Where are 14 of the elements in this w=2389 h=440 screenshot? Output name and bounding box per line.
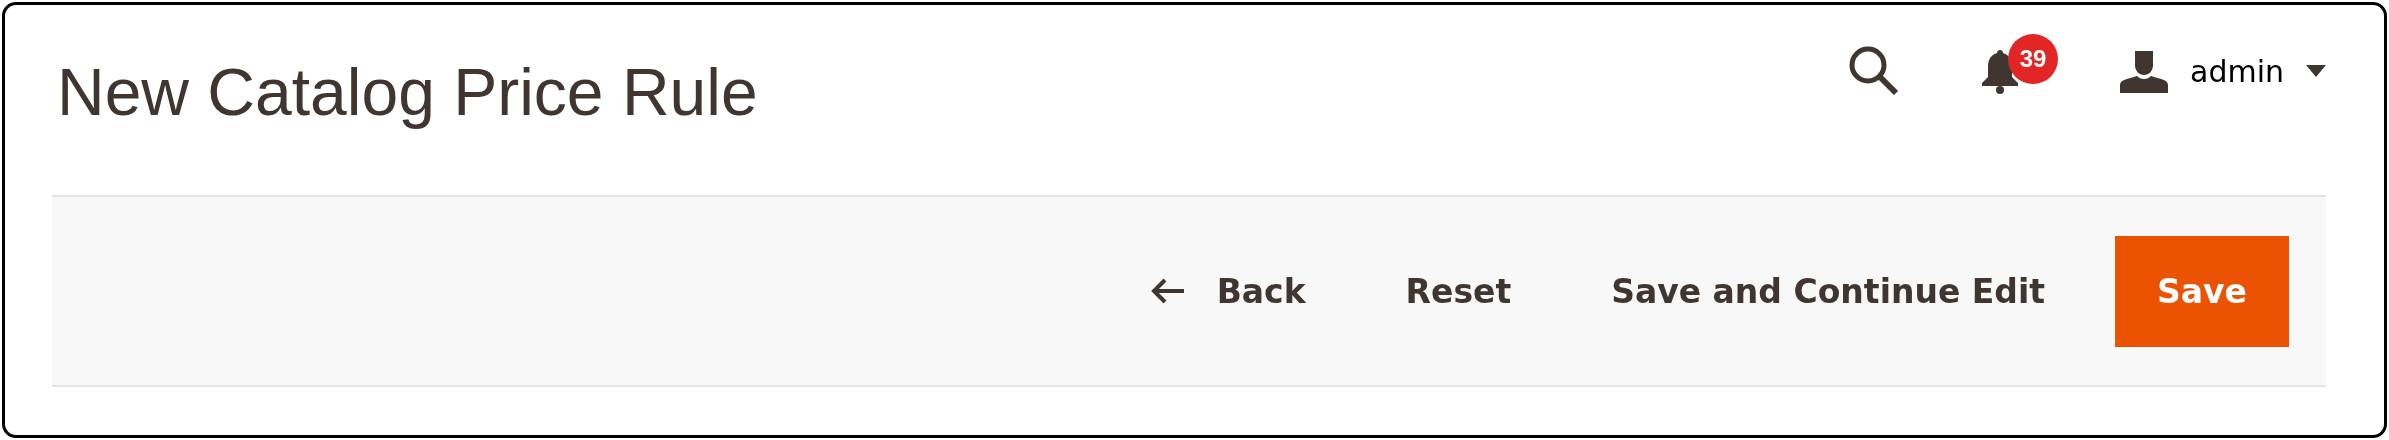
bell-icon <box>1980 48 2020 94</box>
arrow-left-icon <box>1150 278 1185 304</box>
save-button[interactable]: Save <box>2115 235 2289 347</box>
search-button[interactable] <box>1848 45 1900 97</box>
back-button[interactable]: Back <box>1110 251 1346 331</box>
user-icon <box>2120 49 2168 93</box>
notifications-button[interactable]: 39 <box>1980 34 2058 94</box>
caret-icon <box>2306 65 2326 77</box>
page-title: New Catalog Price Rule <box>57 54 758 131</box>
user-menu[interactable]: admin <box>2120 49 2326 93</box>
toolbar-button[interactable]: Save and Continue Edit <box>1571 251 2086 331</box>
search-icon <box>1848 45 1900 97</box>
toolbar-button[interactable]: Reset <box>1365 251 1552 331</box>
notification-count: 39 <box>2008 34 2058 84</box>
